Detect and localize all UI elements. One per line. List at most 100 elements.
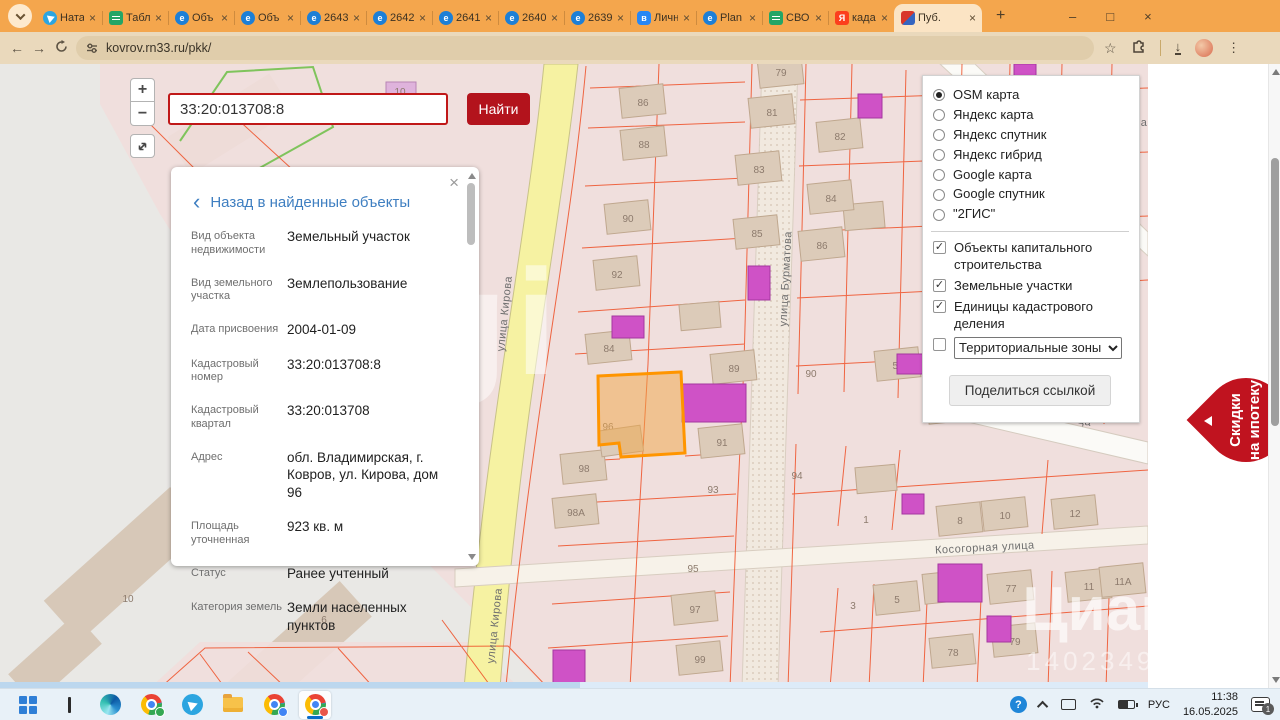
forward-icon[interactable]: → (28, 40, 50, 56)
browser-menu-icon[interactable]: ⋮ (1227, 40, 1240, 56)
parcel-number-label: 81 (766, 108, 778, 119)
base-layer-option[interactable]: Яндекс гибрид (931, 147, 1129, 164)
chrome-app-button-active[interactable] (299, 691, 331, 719)
notifications-icon[interactable]: 1 (1251, 697, 1270, 712)
zoom-in-button[interactable]: + (130, 78, 155, 102)
overlay-option[interactable]: ✓Земельные участки (931, 278, 1129, 295)
base-layer-option[interactable]: Яндекс спутник (931, 127, 1129, 144)
language-indicator[interactable]: РУС (1148, 699, 1170, 711)
refresh-icon[interactable] (50, 40, 72, 56)
scroll-down-icon[interactable] (468, 554, 476, 560)
radio-icon[interactable] (933, 189, 945, 201)
telegram-app-button[interactable] (176, 691, 208, 719)
base-layer-option[interactable]: Яндекс карта (931, 107, 1129, 124)
download-icon[interactable]: ↓ (1175, 41, 1182, 55)
scroll-up-icon[interactable] (1272, 69, 1280, 75)
browser-tab[interactable]: Ната× (36, 4, 102, 32)
browser-tab[interactable]: е2640× (498, 4, 564, 32)
tab-close-icon[interactable]: × (747, 11, 758, 25)
battery-icon[interactable] (1118, 700, 1135, 709)
tab-close-icon[interactable]: × (615, 11, 626, 25)
browser-tab[interactable]: Табл× (102, 4, 168, 32)
profile-avatar[interactable] (1195, 39, 1213, 57)
tab-close-icon[interactable]: × (549, 11, 560, 25)
clock[interactable]: 11:38 16.05.2025 (1183, 690, 1238, 719)
browser-tab[interactable]: е2642× (366, 4, 432, 32)
tab-close-icon[interactable]: × (483, 11, 494, 25)
checkbox-icon[interactable]: ✓ (933, 241, 946, 254)
tab-close-icon[interactable]: × (813, 11, 824, 25)
browser-tab[interactable]: СВО× (762, 4, 828, 32)
share-link-button[interactable]: Поделиться ссылкой (949, 375, 1112, 406)
start-button[interactable] (12, 691, 44, 719)
file-explorer-button[interactable] (217, 691, 249, 719)
browser-tab[interactable]: еОбъ× (234, 4, 300, 32)
address-bar[interactable]: kovrov.rn33.ru/pkk/ (76, 36, 1094, 60)
taskbar-search-button[interactable] (53, 691, 85, 719)
browser-tab[interactable]: Якада× (828, 4, 894, 32)
panel-close-icon[interactable]: × (449, 173, 459, 193)
browser-tab[interactable]: е2641× (432, 4, 498, 32)
tab-close-icon[interactable]: × (417, 11, 428, 25)
tab-close-icon[interactable]: × (681, 11, 692, 25)
site-settings-icon[interactable] (86, 42, 98, 54)
panel-scrollbar[interactable] (466, 171, 476, 562)
tab-close-icon[interactable]: × (219, 11, 230, 25)
overlay-option[interactable]: ✓Объекты капитального строительства (931, 240, 1129, 274)
base-layer-option[interactable]: Google спутник (931, 186, 1129, 203)
checkbox-icon[interactable]: ✓ (933, 279, 946, 292)
scroll-thumb[interactable] (467, 183, 475, 245)
window-minimize-button[interactable]: – (1066, 9, 1079, 24)
radio-icon[interactable] (933, 169, 945, 181)
browser-tab[interactable]: Пуб.× (894, 4, 982, 32)
base-layer-option[interactable]: Google карта (931, 167, 1129, 184)
tab-close-icon[interactable]: × (351, 11, 362, 25)
fullscreen-button[interactable] (130, 134, 155, 158)
extensions-icon[interactable] (1131, 38, 1146, 58)
bookmark-star-icon[interactable]: ☆ (1104, 40, 1117, 57)
browser-tab[interactable]: вЛичн× (630, 4, 696, 32)
edge-app-button[interactable] (94, 691, 126, 719)
display-icon[interactable] (1061, 699, 1076, 710)
back-icon[interactable]: ← (6, 40, 28, 56)
tab-close-icon[interactable]: × (87, 11, 98, 25)
window-maximize-button[interactable]: □ (1103, 9, 1117, 24)
find-button[interactable]: Найти (467, 93, 530, 125)
tab-close-icon[interactable]: × (879, 11, 890, 25)
radio-icon[interactable] (933, 129, 945, 141)
tray-overflow-icon[interactable] (1037, 700, 1048, 711)
base-layer-option[interactable]: OSM карта (931, 87, 1129, 104)
radio-icon[interactable] (933, 209, 945, 221)
selected-parcel[interactable] (598, 372, 685, 457)
radio-icon[interactable] (933, 149, 945, 161)
scroll-up-icon[interactable] (468, 173, 476, 179)
browser-tab[interactable]: еPlan× (696, 4, 762, 32)
scroll-down-icon[interactable] (1272, 677, 1280, 683)
tab-search-button[interactable] (8, 4, 32, 28)
zones-checkbox[interactable] (933, 338, 946, 351)
window-close-button[interactable]: × (1141, 9, 1155, 24)
tab-close-icon[interactable]: × (285, 11, 296, 25)
back-to-results-link[interactable]: ‹ Назад в найденные объекты (193, 193, 453, 211)
radio-icon[interactable] (933, 109, 945, 121)
scroll-thumb[interactable] (1271, 158, 1279, 426)
browser-tab[interactable]: е2643× (300, 4, 366, 32)
base-layer-option[interactable]: "2ГИС" (931, 206, 1129, 223)
zones-select[interactable]: Территориальные зоны (954, 337, 1122, 359)
checkbox-icon[interactable]: ✓ (933, 300, 946, 313)
chrome-app-button-1[interactable] (135, 691, 167, 719)
radio-icon[interactable] (933, 89, 945, 101)
browser-tab[interactable]: еОбъ× (168, 4, 234, 32)
zoom-out-button[interactable]: − (130, 102, 155, 126)
chrome-app-button-2[interactable] (258, 691, 290, 719)
search-input[interactable] (168, 93, 448, 125)
mortgage-promo-ribbon[interactable]: Скидки на ипотеку (1192, 358, 1280, 484)
browser-tab[interactable]: е2639× (564, 4, 630, 32)
tab-close-icon[interactable]: × (967, 11, 978, 25)
new-tab-button[interactable]: + (992, 7, 1009, 25)
vertical-scrollbar[interactable] (1268, 64, 1280, 688)
overlay-option[interactable]: ✓Единицы кадастрового деления (931, 299, 1129, 333)
tab-close-icon[interactable]: × (153, 11, 164, 25)
wifi-icon[interactable] (1089, 696, 1105, 714)
tray-help-icon[interactable]: ? (1010, 696, 1027, 713)
